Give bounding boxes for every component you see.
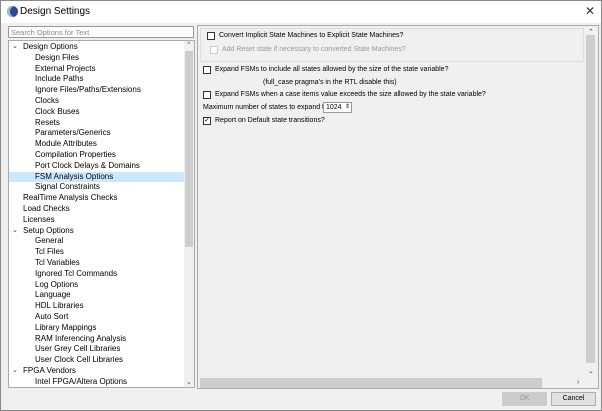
tree-item[interactable]: Tcl Files — [9, 247, 185, 258]
tree-item-label: Design Options — [23, 42, 78, 51]
scroll-right-icon[interactable]: › — [577, 379, 579, 386]
tree-item-label: Compilation Properties — [35, 150, 116, 159]
tree-item[interactable]: Clocks — [9, 96, 185, 107]
tree-item[interactable]: Clock Buses — [9, 107, 185, 118]
report-default-label: Report on Default state transitions? — [215, 117, 325, 124]
chevron-down-icon[interactable]: ⌄ — [12, 226, 18, 237]
tree-item-label: Clock Buses — [35, 106, 80, 116]
tree-item[interactable]: ⌄ Design Options — [9, 42, 185, 53]
tree-scrollbar-thumb[interactable] — [185, 51, 193, 247]
expand-exceed-checkbox[interactable] — [203, 91, 211, 99]
tree-item-label: Design Files — [35, 52, 80, 62]
panel-vscrollbar-thumb[interactable] — [586, 35, 595, 363]
tree-item[interactable]: User Grey Cell Libraries — [9, 344, 185, 355]
max-states-label: Maximum number of states to expand to? — [203, 104, 332, 111]
scroll-down-icon[interactable]: ⌄ — [588, 367, 594, 375]
tree-item-label: Module Attributes — [35, 139, 97, 149]
options-panel — [197, 25, 599, 389]
search-input[interactable] — [8, 26, 194, 38]
tree-item-label: Port Clock Delays & Domains — [35, 160, 140, 170]
panel-hscrollbar-thumb[interactable] — [200, 378, 542, 388]
tree-item-label: FPGA Vendors — [23, 366, 76, 375]
tree-item[interactable]: User Clock Cell Libraries — [9, 355, 185, 366]
tree-item[interactable]: Resets — [9, 118, 185, 129]
tree-item-label: Include Paths — [35, 74, 84, 84]
expand-exceed-label: Expand FSMs when a case items value exce… — [215, 91, 486, 98]
report-default-checkbox[interactable]: ✓ — [203, 117, 211, 125]
add-reset-checkbox[interactable] — [210, 46, 218, 54]
app-icon — [7, 6, 18, 17]
convert-label: Convert Implicit State Machines to Expli… — [219, 32, 404, 39]
tree-item[interactable]: Signal Constraints — [9, 182, 185, 193]
tree-item[interactable]: RealTime Analysis Checks — [9, 193, 185, 204]
expand-note: (full_case pragma's in the RTL disable t… — [263, 79, 397, 86]
scroll-down-icon[interactable]: ⌄ — [186, 378, 192, 386]
max-states-spinbox[interactable]: 1024 ⇕ — [323, 102, 352, 113]
tree-item[interactable]: Module Attributes — [9, 139, 185, 150]
tree-item-label: Load Checks — [23, 204, 70, 213]
tree-item[interactable]: Design Files — [9, 53, 185, 64]
tree-item-label: General — [35, 236, 64, 246]
tree-item-label: Auto Sort — [35, 312, 69, 321]
tree-item[interactable]: Licenses — [9, 215, 185, 226]
tree-item[interactable]: ⌄ Setup Options — [9, 226, 185, 237]
tree-item-label: Library Mappings — [35, 322, 97, 332]
scroll-up-icon[interactable]: ⌃ — [588, 28, 594, 36]
tree-item-label: Resets — [35, 117, 60, 127]
scroll-up-icon[interactable]: ⌃ — [186, 41, 192, 49]
expand-all-label: Expand FSMs to include all states allowe… — [215, 66, 449, 73]
add-reset-label: Add Reset state if necessary to converte… — [222, 46, 406, 53]
tree-item[interactable]: Parameters/Generics — [9, 128, 185, 139]
tree-item[interactable]: External Projects — [9, 64, 185, 75]
tree-item-label: Ignore Files/Paths/Extensions — [35, 85, 141, 95]
expand-all-checkbox[interactable] — [203, 66, 211, 74]
tree-item[interactable]: Library Mappings — [9, 323, 185, 334]
tree-item-label: HDL Libraries — [35, 301, 84, 311]
chevron-down-icon[interactable]: ⌄ — [12, 42, 18, 53]
tree-item[interactable]: Intel FPGA/Altera Options — [9, 376, 185, 387]
tree-item[interactable]: Language — [9, 290, 185, 301]
tree-item[interactable]: Port Clock Delays & Domains — [9, 161, 185, 172]
tree-item-label: Log Options — [35, 279, 79, 289]
tree-item-label: Parameters/Generics — [35, 128, 111, 138]
window-title: Design Settings — [20, 6, 91, 17]
title-bar — [1, 1, 601, 23]
tree-item[interactable]: General — [9, 236, 185, 247]
tree-item[interactable]: Auto Sort — [9, 312, 185, 323]
tree-item[interactable]: Ignored Tcl Commands — [9, 269, 185, 280]
tree-item[interactable]: Include Paths — [9, 74, 185, 85]
close-icon[interactable]: ✕ — [585, 4, 595, 18]
max-states-value: 1024 — [326, 104, 342, 111]
spin-arrows-icon[interactable]: ⇕ — [345, 103, 350, 112]
tree-item[interactable]: Tcl Variables — [9, 258, 185, 269]
options-tree: ⌄ Design Options Design Files External Proj… — [8, 40, 195, 388]
tree-item-label: Intel FPGA/Altera Options — [35, 376, 128, 386]
tree-item-label: User Grey Cell Libraries — [35, 344, 121, 354]
tree-item[interactable]: RAM Inferencing Analysis — [9, 334, 185, 345]
tree-item-label: RAM Inferencing Analysis — [35, 333, 127, 343]
tree-item[interactable]: Load Checks — [9, 204, 185, 215]
tree-item[interactable]: Compilation Properties — [9, 150, 185, 161]
tree-item-label: Licenses — [23, 214, 55, 224]
tree-item[interactable]: Log Options — [9, 280, 185, 291]
tree-item-label: Signal Constraints — [35, 182, 100, 192]
tree-item[interactable]: HDL Libraries — [9, 301, 185, 312]
tree-item-label: FSM Analysis Options — [35, 171, 114, 181]
tree-item[interactable]: FSM Analysis Options — [9, 171, 185, 183]
tree-item-label: RealTime Analysis Checks — [23, 193, 118, 203]
tree-item-label: Clocks — [35, 96, 60, 105]
tree-item[interactable]: Ignore Files/Paths/Extensions — [9, 85, 185, 96]
tree-item-label: Ignored Tcl Commands — [35, 268, 118, 278]
tree-item-label: Tcl Variables — [35, 258, 80, 267]
ok-button[interactable]: OK — [502, 392, 547, 406]
tree-item-label: Tcl Files — [35, 247, 64, 257]
tree-item[interactable]: ⌄ FPGA Vendors — [9, 366, 185, 377]
tree-item-label: Setup Options — [23, 225, 74, 235]
cancel-button[interactable]: Cancel — [551, 392, 596, 406]
tree-item-label: External Projects — [35, 63, 96, 73]
tree-item-label: Language — [35, 290, 71, 300]
chevron-down-icon[interactable]: ⌄ — [12, 366, 18, 377]
convert-checkbox[interactable] — [207, 32, 215, 40]
tree-item-label: User Clock Cell Libraries — [35, 355, 124, 365]
